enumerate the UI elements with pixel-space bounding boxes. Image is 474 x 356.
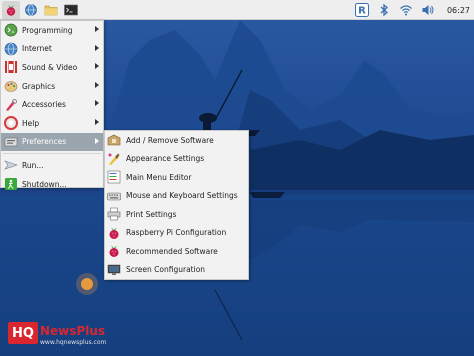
chevron-right-icon	[95, 26, 99, 32]
internet-icon	[4, 42, 18, 56]
watermark-url: www.hqnewsplus.com	[40, 339, 107, 346]
menu-item-run[interactable]: Run...	[1, 156, 103, 175]
menu-item-label: Graphics	[22, 81, 56, 91]
sound-video-icon	[5, 61, 17, 74]
add-remove-software-icon	[107, 134, 121, 146]
submenu-item-label: Appearance Settings	[126, 154, 205, 164]
chevron-right-icon	[95, 63, 99, 70]
watermark-hq: HQ	[8, 322, 38, 344]
main-menu-editor-icon	[107, 170, 121, 184]
submenu-item-mouse-keyboard[interactable]: Mouse and Keyboard Settings	[105, 187, 248, 206]
graphics-icon	[4, 81, 18, 92]
web-browser-button[interactable]	[22, 1, 40, 19]
menu-item-label: Help	[22, 118, 40, 128]
menu-item-graphics[interactable]: Graphics	[1, 77, 103, 96]
watermark-name: NewsPlus	[40, 324, 106, 338]
wifi-icon[interactable]	[399, 3, 413, 17]
menu-item-label: Run...	[22, 160, 44, 170]
menu-item-preferences[interactable]: Preferences	[1, 132, 103, 152]
chevron-right-icon	[95, 118, 99, 125]
chevron-right-icon	[95, 137, 99, 144]
raspberry-icon	[6, 4, 16, 16]
svg-text:R: R	[358, 6, 366, 17]
preferences-submenu: Add / Remove Software Appearance Setting…	[104, 130, 249, 280]
submenu-item-label: Screen Configuration	[126, 265, 206, 275]
taskbar: R 06:27	[0, 0, 474, 20]
chevron-right-icon	[95, 100, 99, 107]
recommended-software-icon	[109, 245, 119, 258]
system-tray: R 06:27	[354, 1, 470, 19]
web-browser-icon	[25, 3, 37, 16]
submenu-item-print-settings[interactable]: Print Settings	[105, 205, 248, 224]
chevron-right-icon	[95, 44, 99, 51]
submenu-item-label: Mouse and Keyboard Settings	[126, 191, 238, 201]
submenu-item-add-remove-software[interactable]: Add / Remove Software	[105, 131, 248, 150]
menu-item-accessories[interactable]: Accessories	[1, 95, 103, 114]
menu-item-label: Internet	[22, 44, 52, 54]
menu-item-label: Shutdown...	[22, 179, 67, 189]
submenu-item-main-menu-editor[interactable]: Main Menu Editor	[105, 168, 248, 187]
submenu-item-screen-configuration[interactable]: Screen Configuration	[105, 261, 248, 280]
menu-item-label: Accessories	[22, 100, 66, 110]
clock[interactable]: 06:27	[447, 6, 470, 15]
help-icon	[4, 116, 18, 131]
submenu-item-label: Raspberry Pi Configuration	[126, 228, 227, 238]
submenu-item-label: Print Settings	[126, 209, 177, 219]
menu-item-label: Programming	[22, 25, 73, 35]
menu-item-programming[interactable]: Programming	[1, 21, 103, 40]
terminal-button[interactable]	[62, 1, 80, 19]
appearance-settings-icon	[108, 153, 120, 165]
volume-icon[interactable]	[421, 3, 435, 17]
menu-item-sound-video[interactable]: Sound & Video	[1, 58, 103, 77]
submenu-item-label: Recommended Software	[126, 246, 218, 256]
file-manager-button[interactable]	[42, 1, 60, 19]
submenu-item-recommended-software[interactable]: Recommended Software	[105, 242, 248, 261]
shutdown-icon	[5, 178, 17, 191]
menu-button[interactable]	[2, 0, 20, 19]
submenu-item-raspberry-pi-configuration[interactable]: Raspberry Pi Configuration	[105, 224, 248, 243]
accessories-icon	[6, 98, 17, 111]
vnc-icon[interactable]: R	[354, 2, 369, 18]
submenu-item-label: Add / Remove Software	[126, 135, 214, 145]
run-icon	[4, 160, 18, 171]
watermark-logo: HQ NewsPlus www.hqnewsplus.com	[8, 322, 118, 352]
submenu-item-appearance-settings[interactable]: Appearance Settings	[105, 150, 248, 169]
main-menu: Programming Internet Sound & Video Graph…	[0, 20, 104, 191]
menu-item-shutdown[interactable]: Shutdown...	[1, 175, 103, 194]
menu-item-label: Sound & Video	[22, 62, 78, 72]
raspberry-config-icon	[109, 227, 119, 239]
menu-item-help[interactable]: Help	[1, 114, 103, 133]
screen-configuration-icon	[107, 264, 121, 275]
menu-item-internet[interactable]: Internet	[1, 40, 103, 59]
chevron-right-icon	[95, 81, 99, 88]
bluetooth-icon[interactable]	[377, 3, 391, 17]
menu-separator	[3, 153, 101, 155]
submenu-item-label: Main Menu Editor	[126, 172, 192, 182]
terminal-icon	[64, 4, 78, 15]
mouse-keyboard-icon	[107, 192, 121, 201]
programming-icon	[4, 23, 18, 37]
print-settings-icon	[107, 207, 121, 221]
menu-item-label: Preferences	[22, 137, 67, 147]
preferences-icon	[4, 137, 18, 147]
file-manager-icon	[44, 5, 58, 15]
